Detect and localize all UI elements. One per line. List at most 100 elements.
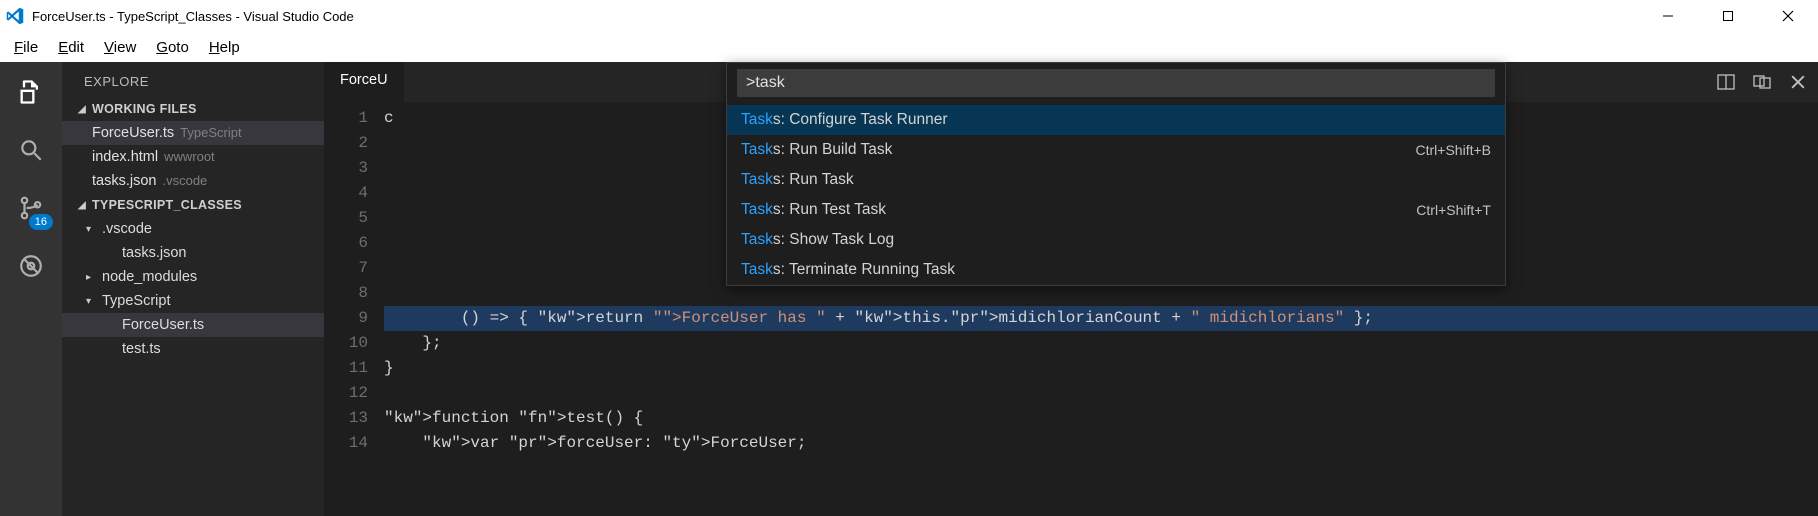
file-name: ForceUser.ts: [92, 125, 174, 141]
tree-item[interactable]: test.ts: [62, 337, 324, 361]
command-palette-item[interactable]: Tasks: Terminate Running Task: [727, 255, 1505, 285]
command-palette-item[interactable]: Tasks: Run Task: [727, 165, 1505, 195]
debug-icon[interactable]: [13, 248, 49, 284]
command-label: s: Run Test Task: [773, 201, 886, 219]
minimize-button[interactable]: [1638, 0, 1698, 32]
chevron-down-icon: ▾: [86, 224, 96, 235]
command-label: s: Configure Task Runner: [773, 111, 948, 129]
file-path: TypeScript: [180, 125, 241, 140]
match-text: Task: [741, 171, 773, 189]
chevron-right-icon: ▸: [86, 272, 96, 283]
command-palette-item[interactable]: Tasks: Show Task Log: [727, 225, 1505, 255]
source-control-icon[interactable]: 16: [13, 190, 49, 226]
code-line[interactable]: }: [384, 356, 1818, 381]
working-files-header[interactable]: ◢ WORKING FILES: [62, 97, 324, 121]
line-number: 7: [324, 256, 368, 281]
working-file-item[interactable]: tasks.json .vscode: [62, 169, 324, 193]
editor-area: ForceU 1234567891011121314 c () => { "kw…: [324, 62, 1818, 516]
keybinding: Ctrl+Shift+B: [1416, 142, 1491, 158]
command-palette-item[interactable]: Tasks: Run Build Task Ctrl+Shift+B: [727, 135, 1505, 165]
code-line[interactable]: "kw">var "pr">forceUser: "ty">ForceUser;: [384, 431, 1818, 456]
keybinding: Ctrl+Shift+T: [1416, 202, 1491, 218]
activity-bar: 16: [0, 62, 62, 516]
chevron-down-icon: ◢: [78, 104, 86, 115]
tree-item-label: node_modules: [102, 269, 197, 285]
line-number: 8: [324, 281, 368, 306]
match-text: Task: [741, 231, 773, 249]
command-palette: Tasks: Configure Task RunnerTasks: Run B…: [726, 62, 1506, 286]
explorer-title: EXPLORE: [62, 62, 324, 97]
file-name: index.html: [92, 149, 158, 165]
vscode-logo-icon: [6, 7, 24, 25]
tree-item[interactable]: ForceUser.ts: [62, 313, 324, 337]
command-palette-item[interactable]: Tasks: Run Test Task Ctrl+Shift+T: [727, 195, 1505, 225]
line-number: 9: [324, 306, 368, 331]
code-line[interactable]: () => { "kw">return "">ForceUser has " +…: [384, 306, 1818, 331]
menu-goto[interactable]: Goto: [148, 35, 197, 60]
split-editor-icon[interactable]: [1716, 72, 1736, 92]
working-files-list: ForceUser.ts TypeScript index.html wwwroot t…: [62, 121, 324, 193]
line-number: 10: [324, 331, 368, 356]
line-number: 13: [324, 406, 368, 431]
compare-icon[interactable]: [1752, 72, 1772, 92]
project-label: TYPESCRIPT_CLASSES: [92, 198, 242, 212]
git-badge: 16: [29, 214, 53, 230]
match-text: Task: [741, 111, 773, 129]
match-text: Task: [741, 261, 773, 279]
command-label: s: Run Task: [773, 171, 854, 189]
menu-help[interactable]: Help: [201, 35, 248, 60]
project-header[interactable]: ◢ TYPESCRIPT_CLASSES: [62, 193, 324, 217]
main-area: 16 EXPLORE ◢ WORKING FILES ForceUser.ts T…: [0, 62, 1818, 516]
file-path: .vscode: [162, 173, 207, 188]
tree-item[interactable]: ▸ node_modules: [62, 265, 324, 289]
window-controls: [1638, 0, 1818, 32]
command-palette-item[interactable]: Tasks: Configure Task Runner: [727, 105, 1505, 135]
tree-item-label: tasks.json: [122, 245, 186, 261]
chevron-down-icon: ▾: [86, 296, 96, 307]
file-path: wwwroot: [164, 149, 215, 164]
explorer-icon[interactable]: [13, 74, 49, 110]
editor-actions: [1716, 62, 1818, 102]
close-button[interactable]: [1758, 0, 1818, 32]
line-number: 12: [324, 381, 368, 406]
command-palette-results: Tasks: Configure Task RunnerTasks: Run B…: [727, 105, 1505, 285]
titlebar: ForceUser.ts - TypeScript_Classes - Visu…: [0, 0, 1818, 32]
tree-item-label: ForceUser.ts: [122, 317, 204, 333]
search-icon[interactable]: [13, 132, 49, 168]
line-number: 6: [324, 231, 368, 256]
file-name: tasks.json: [92, 173, 156, 189]
file-tree: ▾ .vscode tasks.json ▸ node_modules ▾ TypeScri…: [62, 217, 324, 361]
match-text: Task: [741, 141, 773, 159]
menu-edit[interactable]: Edit: [50, 35, 92, 60]
code-line[interactable]: [384, 381, 1818, 406]
working-file-item[interactable]: ForceUser.ts TypeScript: [62, 121, 324, 145]
explorer-sidebar: EXPLORE ◢ WORKING FILES ForceUser.ts Type…: [62, 62, 324, 516]
code-line[interactable]: "kw">function "fn">test() {: [384, 406, 1818, 431]
tree-item-label: test.ts: [122, 341, 161, 357]
line-gutter: 1234567891011121314: [324, 106, 384, 516]
command-palette-input[interactable]: [737, 69, 1495, 97]
tree-item[interactable]: ▾ TypeScript: [62, 289, 324, 313]
chevron-down-icon: ◢: [78, 200, 86, 211]
tree-item[interactable]: tasks.json: [62, 241, 324, 265]
tree-item-label: TypeScript: [102, 293, 171, 309]
maximize-button[interactable]: [1698, 0, 1758, 32]
match-text: Task: [741, 201, 773, 219]
menu-view[interactable]: View: [96, 35, 144, 60]
editor-tab[interactable]: ForceU: [324, 62, 405, 102]
line-number: 3: [324, 156, 368, 181]
close-editor-icon[interactable]: [1788, 72, 1808, 92]
window-title: ForceUser.ts - TypeScript_Classes - Visu…: [32, 9, 354, 24]
tree-item-label: .vscode: [102, 221, 152, 237]
menu-file[interactable]: File: [6, 35, 46, 60]
command-label: s: Run Build Task: [773, 141, 892, 159]
line-number: 5: [324, 206, 368, 231]
line-number: 14: [324, 431, 368, 456]
working-file-item[interactable]: index.html wwwroot: [62, 145, 324, 169]
line-number: 2: [324, 131, 368, 156]
code-line[interactable]: };: [384, 331, 1818, 356]
menubar: File Edit View Goto Help: [0, 32, 1818, 62]
command-label: s: Show Task Log: [773, 231, 894, 249]
tree-item[interactable]: ▾ .vscode: [62, 217, 324, 241]
line-number: 4: [324, 181, 368, 206]
